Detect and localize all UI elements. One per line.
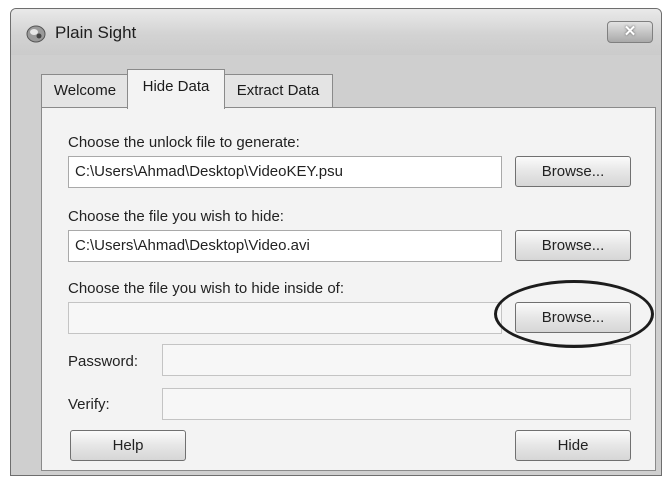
host-file-field[interactable] bbox=[68, 302, 502, 334]
file-to-hide-label: Choose the file you wish to hide: bbox=[68, 208, 284, 225]
verify-field[interactable] bbox=[162, 388, 631, 420]
host-file-browse-button[interactable]: Browse... bbox=[515, 302, 631, 333]
app-icon bbox=[26, 25, 46, 43]
hide-button[interactable]: Hide bbox=[515, 430, 631, 461]
password-field[interactable] bbox=[162, 344, 631, 376]
hide-data-panel: Choose the unlock file to generate: C:\U… bbox=[41, 107, 656, 471]
app-window: Plain Sight ✕ Welcome Hide Data Extract … bbox=[10, 8, 662, 476]
tab-hide-data[interactable]: Hide Data bbox=[127, 69, 225, 109]
unlock-file-browse-button[interactable]: Browse... bbox=[515, 156, 631, 187]
host-file-label: Choose the file you wish to hide inside … bbox=[68, 280, 344, 297]
window-title: Plain Sight bbox=[55, 23, 137, 42]
tab-welcome[interactable]: Welcome bbox=[41, 74, 129, 108]
tab-extract-data[interactable]: Extract Data bbox=[223, 74, 333, 108]
unlock-file-label: Choose the unlock file to generate: bbox=[68, 134, 300, 151]
title-bar[interactable]: Plain Sight ✕ bbox=[11, 9, 661, 55]
file-to-hide-browse-button[interactable]: Browse... bbox=[515, 230, 631, 261]
file-to-hide-field[interactable]: C:\Users\Ahmad\Desktop\Video.avi bbox=[68, 230, 502, 262]
help-button[interactable]: Help bbox=[70, 430, 186, 461]
password-label: Password: bbox=[68, 353, 139, 370]
unlock-file-field[interactable]: C:\Users\Ahmad\Desktop\VideoKEY.psu bbox=[68, 156, 502, 188]
close-button[interactable]: ✕ bbox=[607, 21, 653, 43]
verify-label: Verify: bbox=[68, 396, 110, 413]
